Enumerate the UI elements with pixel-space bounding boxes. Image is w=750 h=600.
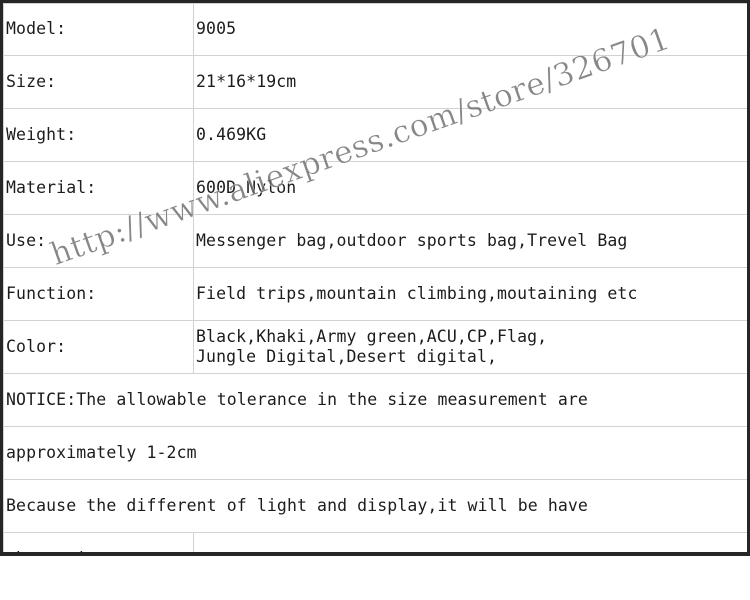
spec-value-function: Field trips,mountain climbing,moutaining… bbox=[193, 267, 747, 321]
spec-label-function: Function: bbox=[3, 267, 194, 321]
notice-aberration-text: aberration bbox=[3, 532, 194, 552]
spec-value-material: 600D Nylon bbox=[193, 161, 747, 215]
spec-label-size: Size: bbox=[3, 55, 194, 109]
product-specification-table: Model: 9005 Size: 21*16*19cm Weight: 0.4… bbox=[3, 3, 747, 552]
table-row: NOTICE:The allowable tolerance in the si… bbox=[3, 373, 747, 427]
table-row: approximately 1-2cm bbox=[3, 426, 747, 480]
table-row: Color: Black,Khaki,Army green,ACU,CP,Fla… bbox=[3, 320, 747, 374]
table-row: Size: 21*16*19cm bbox=[3, 55, 747, 109]
spec-table-container: Model: 9005 Size: 21*16*19cm Weight: 0.4… bbox=[0, 0, 750, 556]
spec-label-weight: Weight: bbox=[3, 108, 194, 162]
table-row: Because the different of light and displ… bbox=[3, 479, 747, 533]
table-row: Function: Field trips,mountain climbing,… bbox=[3, 267, 747, 321]
empty-cell bbox=[193, 532, 747, 552]
spec-label-material: Material: bbox=[3, 161, 194, 215]
spec-value-use: Messenger bag,outdoor sports bag,Trevel … bbox=[193, 214, 747, 268]
spec-label-use: Use: bbox=[3, 214, 194, 268]
notice-approximate-text: approximately 1-2cm bbox=[3, 426, 747, 480]
table-row: Weight: 0.469KG bbox=[3, 108, 747, 162]
table-row: Model: 9005 bbox=[3, 3, 747, 56]
table-row: aberration bbox=[3, 532, 747, 552]
spec-value-size: 21*16*19cm bbox=[193, 55, 747, 109]
spec-table-body: Model: 9005 Size: 21*16*19cm Weight: 0.4… bbox=[3, 3, 747, 552]
spec-label-model: Model: bbox=[3, 3, 194, 56]
spec-value-model: 9005 bbox=[193, 3, 747, 56]
table-row: Use: Messenger bag,outdoor sports bag,Tr… bbox=[3, 214, 747, 268]
spec-value-weight: 0.469KG bbox=[193, 108, 747, 162]
table-row: Material: 600D Nylon bbox=[3, 161, 747, 215]
spec-value-color: Black,Khaki,Army green,ACU,CP,Flag, Jung… bbox=[193, 320, 747, 374]
notice-display-text: Because the different of light and displ… bbox=[3, 479, 747, 533]
spec-label-color: Color: bbox=[3, 320, 194, 374]
page-root: Model: 9005 Size: 21*16*19cm Weight: 0.4… bbox=[0, 0, 750, 600]
notice-tolerance-text: NOTICE:The allowable tolerance in the si… bbox=[3, 373, 747, 427]
